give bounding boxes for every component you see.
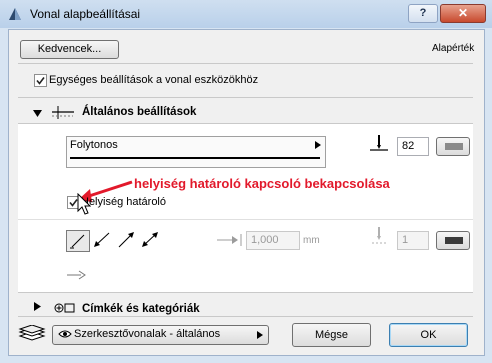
arrowhead-pen-swatch bbox=[445, 237, 463, 244]
pen-color-button[interactable] bbox=[436, 137, 470, 156]
mouse-cursor-icon bbox=[77, 192, 92, 220]
drawing-order-icon bbox=[66, 268, 86, 285]
cancel-button[interactable]: Mégse bbox=[292, 323, 371, 347]
general-section-title: Általános beállítások bbox=[82, 106, 197, 118]
line-settings-icon bbox=[51, 104, 75, 125]
uniform-settings-checkbox[interactable] bbox=[34, 74, 47, 87]
annotation-text: helyiség határoló kapcsoló bekapcsolása bbox=[134, 176, 390, 191]
pen-icon bbox=[369, 134, 389, 155]
help-button[interactable]: ? bbox=[408, 4, 438, 23]
layer-stack-icon bbox=[18, 324, 46, 344]
zone-boundary-label: Helyiség határoló bbox=[81, 196, 166, 208]
pen-number-value: 82 bbox=[402, 140, 415, 152]
labels-section-title: Címkék és kategóriák bbox=[82, 303, 200, 315]
pen-color-swatch bbox=[445, 143, 463, 150]
collapse-triangle-icon[interactable] bbox=[34, 302, 41, 314]
arrow-size-icon bbox=[216, 233, 244, 250]
window-title: Vonal alapbeállításai bbox=[30, 7, 141, 21]
divider bbox=[18, 316, 473, 317]
arrowhead-pen-value: 1 bbox=[402, 234, 409, 246]
divider bbox=[18, 97, 473, 98]
spacing-unit: mm bbox=[303, 235, 320, 246]
defaults-label: Alapérték bbox=[432, 43, 475, 54]
arrowhead-pen-color-button[interactable] bbox=[436, 231, 470, 250]
app-icon bbox=[7, 6, 23, 22]
divider bbox=[18, 219, 473, 220]
arrow-start-button[interactable] bbox=[92, 231, 112, 252]
uniform-settings-label: Egységes beállítások a vonal eszközökhöz bbox=[49, 74, 259, 86]
arrowhead-pen-icon bbox=[369, 226, 389, 251]
ok-button[interactable]: OK bbox=[389, 323, 468, 347]
divider bbox=[18, 292, 473, 293]
arrow-both-button[interactable] bbox=[140, 231, 160, 252]
divider bbox=[18, 63, 473, 64]
layer-label: Szerkesztővonalak - általános bbox=[74, 328, 221, 340]
eye-icon bbox=[58, 329, 72, 342]
dropdown-arrow-icon bbox=[315, 140, 321, 152]
arrow-end-button[interactable] bbox=[116, 231, 136, 252]
close-button[interactable]: ✕ bbox=[440, 4, 486, 23]
line-preview bbox=[70, 157, 320, 159]
arrow-none-button[interactable] bbox=[66, 230, 90, 252]
favorites-button[interactable]: Kedvencek... bbox=[20, 40, 119, 59]
spacing-value: 1,000 bbox=[251, 234, 279, 246]
expand-triangle-icon[interactable] bbox=[33, 109, 42, 121]
line-type-label: Folytonos bbox=[70, 139, 118, 151]
dropdown-arrow-icon bbox=[257, 330, 263, 342]
